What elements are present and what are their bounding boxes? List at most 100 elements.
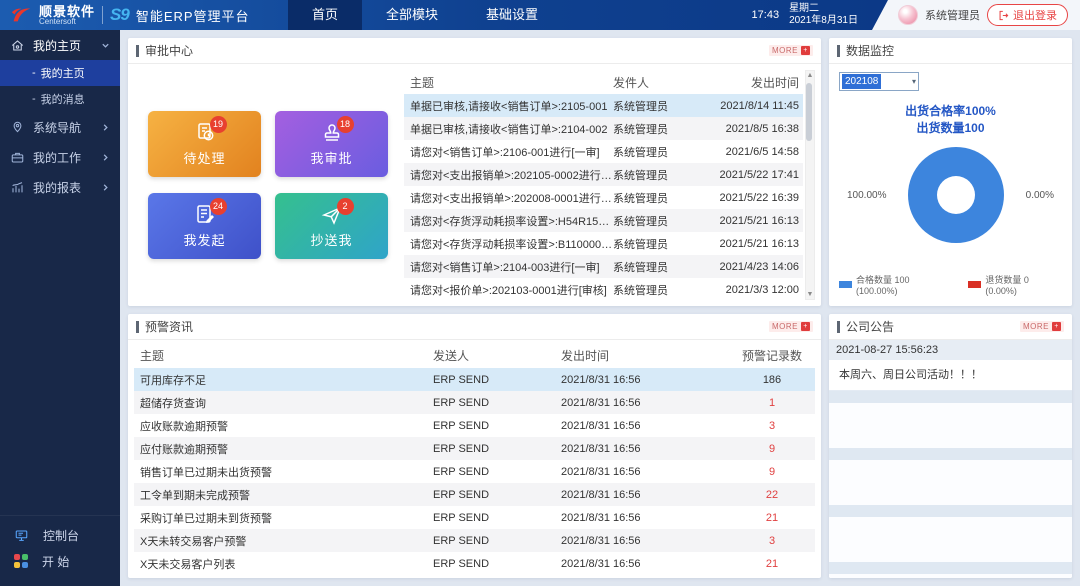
col-time: 发出时间 [750, 75, 799, 90]
more-plus-icon: + [801, 322, 810, 331]
tile-pending[interactable]: 待处理 19 [148, 111, 261, 177]
sidebar-item-my-home[interactable]: 我的主页 [0, 30, 120, 60]
sidebar-item-system-nav[interactable]: 系统导航 [0, 112, 120, 142]
briefcase-icon [11, 152, 24, 163]
alert-row[interactable]: 应收账款逾期预警 ERP SEND 2021/8/31 16:56 3 [134, 414, 815, 437]
platform-title: 智能ERP管理平台 [135, 8, 250, 24]
console-label: 控制台 [43, 528, 80, 543]
panel-accent-bar [837, 44, 840, 57]
sidebar-subitem-label: 我的主页 [40, 68, 85, 80]
scrollbar[interactable]: ▲ ▼ [805, 70, 815, 300]
row-subject: 请您对<支出报销单>:202105-0002进行[审核] [410, 169, 613, 182]
header-user-area: 系统管理员 退出登录 [872, 0, 1080, 30]
col-count: 预警记录数 [741, 348, 802, 363]
approval-row[interactable]: 单据已审核,请接收<销售订单>:2105-001 系统管理员 2021/8/14… [404, 94, 803, 117]
more-button[interactable]: MORE + [1020, 321, 1064, 332]
approval-row[interactable]: 请您对<存货浮动耗损率设置>:B11000001进行[审核] 系统管理员 202… [404, 232, 803, 255]
row-subject: 请您对<存货浮动耗损率设置>:B11000001进行[审核] [410, 238, 613, 251]
scroll-up-icon[interactable]: ▲ [807, 72, 814, 79]
row-subject: 采购订单已过期未到货预警 [140, 512, 272, 525]
row-time: 2021/8/31 16:56 [561, 511, 641, 524]
legend-chip-red [968, 281, 982, 288]
announcement-date[interactable]: 2021-08-27 15:56:23 [829, 340, 1072, 360]
row-sender: ERP SEND [433, 511, 490, 524]
panel-title: 数据监控 [846, 44, 895, 58]
start-label: 开 始 [42, 554, 70, 569]
alert-row[interactable]: 应付账款逾期预警 ERP SEND 2021/8/31 16:56 9 [134, 437, 815, 460]
legend-item-pass: 合格数量 100 (100.00%) [839, 273, 952, 296]
row-sender: 系统管理员 [613, 192, 668, 205]
approval-row[interactable]: 请您对<销售订单>:2106-001进行[一审] 系统管理员 2021/6/5 … [404, 140, 803, 163]
row-subject: 应收账款逾期预警 [140, 420, 228, 433]
row-time: 2021/6/5 14:58 [725, 145, 799, 158]
alert-row[interactable]: 销售订单已过期未出货预警 ERP SEND 2021/8/31 16:56 9 [134, 460, 815, 483]
alert-row[interactable]: 采购订单已过期未到货预警 ERP SEND 2021/8/31 16:56 21 [134, 506, 815, 529]
tile-cc-me[interactable]: 抄送我 2 [275, 193, 388, 259]
tile-my-initiated[interactable]: 我发起 24 [148, 193, 261, 259]
donut-chart[interactable] [908, 147, 1005, 243]
panel-accent-bar [837, 320, 840, 333]
approval-row[interactable]: 请您对<存货浮动耗损率设置>:H54R15006002进行[审核] 系统管理员 … [404, 209, 803, 232]
row-sender: ERP SEND [433, 465, 490, 478]
period-select[interactable]: 202108 ▾ [839, 72, 919, 91]
row-subject: 请您对<销售订单>:2106-001进行[一审] [410, 146, 600, 159]
approval-row[interactable]: 请您对<支出报销单>:202105-0002进行[审核] 系统管理员 2021/… [404, 163, 803, 186]
row-sender: ERP SEND [433, 373, 490, 386]
logo-name-en: Centersoft [39, 16, 76, 26]
approval-table-header: 主题 发件人 发出时间 [404, 70, 803, 94]
approval-row[interactable]: 请您对<支出报销单>:202008-0001进行[审核] 系统管理员 2021/… [404, 186, 803, 209]
logout-label: 退出登录 [1013, 10, 1057, 22]
location-pin-icon [13, 121, 22, 132]
sidebar-item-my-work[interactable]: 我的工作 [0, 142, 120, 172]
approval-row[interactable]: 单据已审核,请接收<销售订单>:2104-002 系统管理员 2021/8/5 … [404, 117, 803, 140]
alert-row[interactable]: 超储存货查询 ERP SEND 2021/8/31 16:56 1 [134, 391, 815, 414]
approval-center-panel: 审批中心 MORE + 待处理 19 我审批 18 我发起 24 抄送我 2 主… [128, 38, 821, 306]
weekday-label: 星期二 [789, 3, 820, 14]
col-time: 发出时间 [561, 348, 610, 363]
more-button[interactable]: MORE + [769, 321, 813, 332]
start-icon [14, 554, 28, 568]
more-button[interactable]: MORE + [769, 45, 813, 56]
avatar[interactable] [898, 5, 918, 25]
alert-row[interactable]: 可用库存不足 ERP SEND 2021/8/31 16:56 186 [134, 368, 815, 391]
approval-tiles: 待处理 19 我审批 18 我发起 24 抄送我 2 [140, 70, 396, 300]
alerts-header: 预警资讯 MORE + [128, 314, 821, 340]
tile-label: 抄送我 [310, 233, 353, 248]
alerts-table-header: 主题 发送人 发出时间 预警记录数 [134, 342, 815, 368]
logout-icon [999, 10, 1009, 20]
sidebar-item-my-reports[interactable]: 我的报表 [0, 172, 120, 202]
row-sender: 系统管理员 [613, 169, 668, 182]
start-button[interactable]: 开 始 [0, 548, 120, 574]
sidebar-subitem-my-messages[interactable]: - 我的消息 [0, 86, 120, 112]
row-sender: ERP SEND [433, 396, 490, 409]
centersoft-logo-icon [10, 4, 32, 26]
bullet: - [32, 93, 36, 105]
date-block: 星期二 2021年8月31日 [789, 3, 858, 27]
console-button[interactable]: 控制台 [0, 522, 120, 548]
row-sender: ERP SEND [433, 442, 490, 455]
col-sender: 发送人 [433, 348, 470, 363]
alert-row[interactable]: X天未转交易客户预警 ERP SEND 2021/8/31 16:56 3 [134, 529, 815, 552]
nav-home[interactable]: 首页 [288, 0, 363, 30]
nav-basic-settings[interactable]: 基础设置 [462, 0, 562, 30]
logout-button[interactable]: 退出登录 [987, 4, 1068, 26]
alert-row[interactable]: 工令单到期未完成预警 ERP SEND 2021/8/31 16:56 22 [134, 483, 815, 506]
approval-row[interactable]: 请您对<销售订单>:2104-003进行[一审] 系统管理员 2021/4/23… [404, 255, 803, 278]
donut-chart-row: 100.00% 0.00% [839, 147, 1062, 243]
row-sender: ERP SEND [433, 419, 490, 432]
scroll-down-icon[interactable]: ▼ [807, 291, 814, 298]
tile-count-badge: 2 [336, 198, 354, 215]
sidebar-subitem-my-home[interactable]: - 我的主页 [0, 60, 120, 86]
tile-count-badge: 24 [209, 198, 227, 215]
scroll-thumb[interactable] [806, 83, 812, 141]
approval-row[interactable]: 请您对<报价单>:202103-0001进行[审核] 系统管理员 2021/3/… [404, 278, 803, 301]
panel-title: 公司公告 [846, 320, 895, 334]
donut-left-label: 100.00% [847, 189, 887, 201]
approval-body: 待处理 19 我审批 18 我发起 24 抄送我 2 主题 发件人 发出时间 单… [128, 64, 821, 306]
row-sender: 系统管理员 [613, 100, 668, 113]
nav-all-modules[interactable]: 全部模块 [362, 0, 462, 30]
more-label: MORE [772, 322, 798, 331]
alert-row[interactable]: X天未交易客户列表 ERP SEND 2021/8/31 16:56 21 [134, 552, 815, 575]
tile-my-approvals[interactable]: 我审批 18 [275, 111, 388, 177]
row-time: 2021/5/22 17:41 [719, 168, 799, 181]
